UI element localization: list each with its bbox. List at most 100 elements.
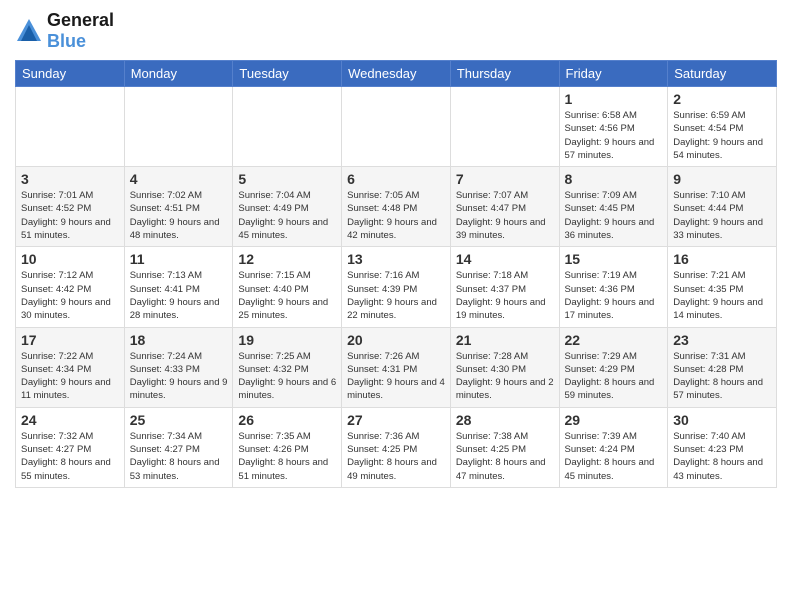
day-info: Sunrise: 7:25 AM Sunset: 4:32 PM Dayligh… xyxy=(238,350,336,403)
day-info: Sunrise: 7:18 AM Sunset: 4:37 PM Dayligh… xyxy=(456,269,554,322)
calendar-day-cell: 7 Sunrise: 7:07 AM Sunset: 4:47 PM Daylig… xyxy=(450,167,559,247)
day-number: 1 xyxy=(565,91,663,107)
day-number: 30 xyxy=(673,412,771,428)
calendar-day-cell: 18 Sunrise: 7:24 AM Sunset: 4:33 PM Dayli… xyxy=(124,327,233,407)
day-info: Sunrise: 7:10 AM Sunset: 4:44 PM Dayligh… xyxy=(673,189,771,242)
day-info: Sunrise: 7:22 AM Sunset: 4:34 PM Dayligh… xyxy=(21,350,119,403)
day-info: Sunrise: 7:36 AM Sunset: 4:25 PM Dayligh… xyxy=(347,430,445,483)
day-number: 6 xyxy=(347,171,445,187)
day-number: 4 xyxy=(130,171,228,187)
calendar-day-cell xyxy=(450,87,559,167)
calendar-day-header: Wednesday xyxy=(342,61,451,87)
calendar-day-cell xyxy=(16,87,125,167)
day-info: Sunrise: 7:07 AM Sunset: 4:47 PM Dayligh… xyxy=(456,189,554,242)
day-number: 29 xyxy=(565,412,663,428)
day-number: 12 xyxy=(238,251,336,267)
day-number: 3 xyxy=(21,171,119,187)
day-info: Sunrise: 7:05 AM Sunset: 4:48 PM Dayligh… xyxy=(347,189,445,242)
calendar-day-cell: 10Sunrise: 7:12 AM Sunset: 4:42 PM Dayli… xyxy=(16,247,125,327)
day-number: 16 xyxy=(673,251,771,267)
calendar-day-cell: 9 Sunrise: 7:10 AM Sunset: 4:44 PM Daylig… xyxy=(668,167,777,247)
calendar-day-cell: 22Sunrise: 7:29 AM Sunset: 4:29 PM Dayli… xyxy=(559,327,668,407)
page-header: General Blue xyxy=(15,10,777,52)
calendar-day-cell: 2 Sunrise: 6:59 AM Sunset: 4:54 PM Daylig… xyxy=(668,87,777,167)
day-number: 5 xyxy=(238,171,336,187)
calendar-day-cell: 3 Sunrise: 7:01 AM Sunset: 4:52 PM Daylig… xyxy=(16,167,125,247)
calendar-day-cell: 17 Sunrise: 7:22 AM Sunset: 4:34 PM Dayli… xyxy=(16,327,125,407)
calendar-day-cell xyxy=(233,87,342,167)
day-info: Sunrise: 7:15 AM Sunset: 4:40 PM Dayligh… xyxy=(238,269,336,322)
calendar-day-header: Sunday xyxy=(16,61,125,87)
logo-text: General Blue xyxy=(47,10,114,52)
calendar-day-cell: 27Sunrise: 7:36 AM Sunset: 4:25 PM Dayli… xyxy=(342,407,451,487)
day-info: Sunrise: 7:24 AM Sunset: 4:33 PM Dayligh… xyxy=(130,350,228,403)
day-info: Sunrise: 7:02 AM Sunset: 4:51 PM Dayligh… xyxy=(130,189,228,242)
day-number: 24 xyxy=(21,412,119,428)
calendar-day-cell: 25 Sunrise: 7:34 AM Sunset: 4:27 PM Dayli… xyxy=(124,407,233,487)
day-info: Sunrise: 7:35 AM Sunset: 4:26 PM Dayligh… xyxy=(238,430,336,483)
day-info: Sunrise: 7:19 AM Sunset: 4:36 PM Dayligh… xyxy=(565,269,663,322)
calendar-day-header: Monday xyxy=(124,61,233,87)
calendar-day-cell: 4 Sunrise: 7:02 AM Sunset: 4:51 PM Daylig… xyxy=(124,167,233,247)
day-number: 25 xyxy=(130,412,228,428)
calendar-day-header: Tuesday xyxy=(233,61,342,87)
day-number: 13 xyxy=(347,251,445,267)
calendar-header-row: SundayMondayTuesdayWednesdayThursdayFrid… xyxy=(16,61,777,87)
day-number: 20 xyxy=(347,332,445,348)
day-info: Sunrise: 7:21 AM Sunset: 4:35 PM Dayligh… xyxy=(673,269,771,322)
day-number: 23 xyxy=(673,332,771,348)
day-number: 2 xyxy=(673,91,771,107)
calendar-day-cell xyxy=(342,87,451,167)
calendar-day-cell: 26 Sunrise: 7:35 AM Sunset: 4:26 PM Dayli… xyxy=(233,407,342,487)
day-number: 7 xyxy=(456,171,554,187)
day-info: Sunrise: 7:01 AM Sunset: 4:52 PM Dayligh… xyxy=(21,189,119,242)
day-info: Sunrise: 7:29 AM Sunset: 4:29 PM Dayligh… xyxy=(565,350,663,403)
logo-icon xyxy=(15,17,43,45)
calendar-day-cell: 29Sunrise: 7:39 AM Sunset: 4:24 PM Dayli… xyxy=(559,407,668,487)
day-number: 21 xyxy=(456,332,554,348)
day-number: 8 xyxy=(565,171,663,187)
day-info: Sunrise: 7:40 AM Sunset: 4:23 PM Dayligh… xyxy=(673,430,771,483)
day-number: 28 xyxy=(456,412,554,428)
day-info: Sunrise: 7:16 AM Sunset: 4:39 PM Dayligh… xyxy=(347,269,445,322)
day-info: Sunrise: 6:58 AM Sunset: 4:56 PM Dayligh… xyxy=(565,109,663,162)
day-info: Sunrise: 7:26 AM Sunset: 4:31 PM Dayligh… xyxy=(347,350,445,403)
calendar-day-cell: 13 Sunrise: 7:16 AM Sunset: 4:39 PM Dayli… xyxy=(342,247,451,327)
calendar-day-cell: 23 Sunrise: 7:31 AM Sunset: 4:28 PM Dayli… xyxy=(668,327,777,407)
calendar-day-cell: 6 Sunrise: 7:05 AM Sunset: 4:48 PM Daylig… xyxy=(342,167,451,247)
calendar-day-cell: 28 Sunrise: 7:38 AM Sunset: 4:25 PM Dayli… xyxy=(450,407,559,487)
calendar-day-cell: 14 Sunrise: 7:18 AM Sunset: 4:37 PM Dayli… xyxy=(450,247,559,327)
calendar-week-row: 24 Sunrise: 7:32 AM Sunset: 4:27 PM Dayli… xyxy=(16,407,777,487)
calendar-day-cell: 11Sunrise: 7:13 AM Sunset: 4:41 PM Dayli… xyxy=(124,247,233,327)
day-number: 17 xyxy=(21,332,119,348)
calendar-day-cell: 8 Sunrise: 7:09 AM Sunset: 4:45 PM Daylig… xyxy=(559,167,668,247)
calendar-week-row: 3 Sunrise: 7:01 AM Sunset: 4:52 PM Daylig… xyxy=(16,167,777,247)
day-number: 14 xyxy=(456,251,554,267)
calendar-day-cell: 20 Sunrise: 7:26 AM Sunset: 4:31 PM Dayli… xyxy=(342,327,451,407)
day-number: 9 xyxy=(673,171,771,187)
day-info: Sunrise: 7:31 AM Sunset: 4:28 PM Dayligh… xyxy=(673,350,771,403)
day-number: 18 xyxy=(130,332,228,348)
calendar-day-cell: 5Sunrise: 7:04 AM Sunset: 4:49 PM Daylig… xyxy=(233,167,342,247)
day-info: Sunrise: 7:28 AM Sunset: 4:30 PM Dayligh… xyxy=(456,350,554,403)
calendar-day-cell: 1 Sunrise: 6:58 AM Sunset: 4:56 PM Daylig… xyxy=(559,87,668,167)
day-number: 10 xyxy=(21,251,119,267)
day-info: Sunrise: 7:13 AM Sunset: 4:41 PM Dayligh… xyxy=(130,269,228,322)
day-info: Sunrise: 7:34 AM Sunset: 4:27 PM Dayligh… xyxy=(130,430,228,483)
calendar-day-header: Friday xyxy=(559,61,668,87)
day-info: Sunrise: 6:59 AM Sunset: 4:54 PM Dayligh… xyxy=(673,109,771,162)
calendar-day-header: Saturday xyxy=(668,61,777,87)
day-info: Sunrise: 7:32 AM Sunset: 4:27 PM Dayligh… xyxy=(21,430,119,483)
day-number: 26 xyxy=(238,412,336,428)
calendar-day-cell: 30 Sunrise: 7:40 AM Sunset: 4:23 PM Dayli… xyxy=(668,407,777,487)
calendar-week-row: 10Sunrise: 7:12 AM Sunset: 4:42 PM Dayli… xyxy=(16,247,777,327)
calendar-day-cell: 16 Sunrise: 7:21 AM Sunset: 4:35 PM Dayli… xyxy=(668,247,777,327)
calendar-day-cell: 19 Sunrise: 7:25 AM Sunset: 4:32 PM Dayli… xyxy=(233,327,342,407)
day-info: Sunrise: 7:09 AM Sunset: 4:45 PM Dayligh… xyxy=(565,189,663,242)
calendar-day-cell: 12 Sunrise: 7:15 AM Sunset: 4:40 PM Dayli… xyxy=(233,247,342,327)
calendar-week-row: 17 Sunrise: 7:22 AM Sunset: 4:34 PM Dayli… xyxy=(16,327,777,407)
calendar-day-cell xyxy=(124,87,233,167)
day-number: 19 xyxy=(238,332,336,348)
day-info: Sunrise: 7:38 AM Sunset: 4:25 PM Dayligh… xyxy=(456,430,554,483)
calendar-day-header: Thursday xyxy=(450,61,559,87)
